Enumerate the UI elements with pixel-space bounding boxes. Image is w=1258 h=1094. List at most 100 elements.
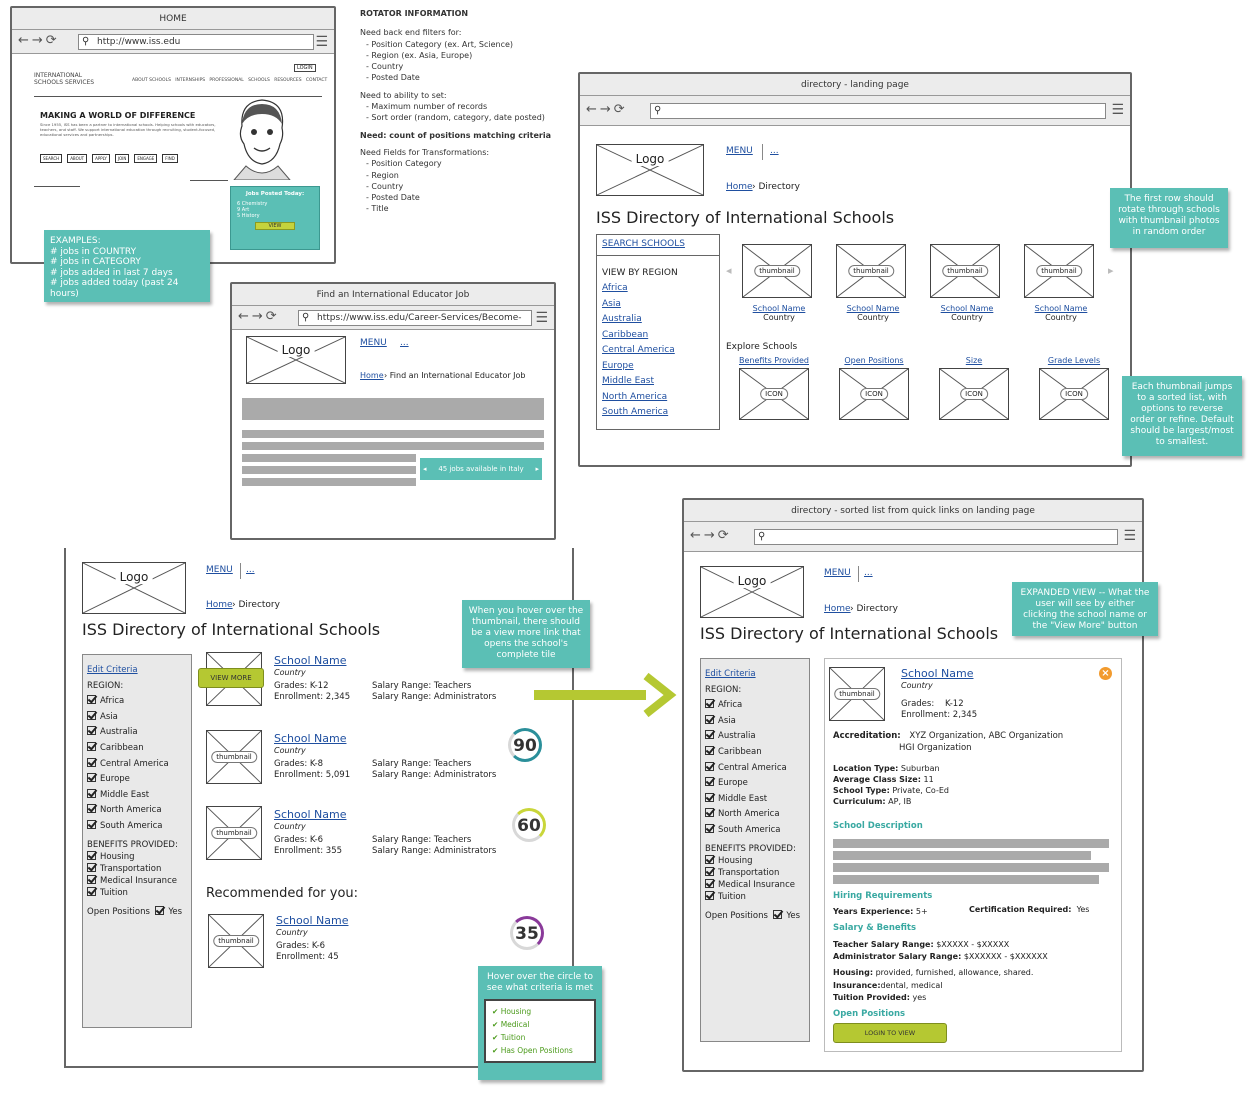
login-to-view-button[interactable]: LOGIN TO VIEW <box>833 1023 947 1043</box>
explore-icon-box[interactable]: ICON <box>839 368 909 420</box>
explore-link-positions[interactable]: Open Positions <box>836 356 912 365</box>
menu-icon[interactable]: ☰ <box>1111 102 1124 118</box>
checkbox-icon[interactable] <box>705 792 714 802</box>
region-check-africa[interactable]: Africa <box>705 698 805 714</box>
nav-arrows-icon[interactable]: ←→⟳ <box>238 309 280 324</box>
explore-icon-box[interactable]: ICON <box>939 368 1009 420</box>
checkbox-icon[interactable] <box>87 862 96 872</box>
open-positions-row[interactable]: Open Positions Yes <box>87 905 187 921</box>
menu-icon[interactable]: ☰ <box>535 310 548 326</box>
region-link-caribbean[interactable]: Caribbean <box>602 328 714 344</box>
checkbox-icon[interactable] <box>705 823 714 833</box>
checkbox-icon[interactable] <box>87 726 96 736</box>
region-check-caribbean[interactable]: Caribbean <box>87 741 187 757</box>
expanded-home-link[interactable]: Home <box>824 604 851 614</box>
job-rotator[interactable]: ◂ 45 jobs available in Italy ▸ <box>420 458 542 480</box>
checkbox-icon[interactable] <box>705 808 714 818</box>
checkbox-icon[interactable] <box>87 710 96 720</box>
checkbox-icon[interactable] <box>705 745 714 755</box>
menu-icon[interactable]: ☰ <box>1123 528 1136 544</box>
search-schools-link[interactable]: SEARCH SCHOOLS <box>597 237 719 256</box>
region-link-asia[interactable]: Asia <box>602 297 714 313</box>
landing-url-field[interactable]: ⚲ <box>650 103 1106 119</box>
explore-link-size[interactable]: Size <box>936 356 1012 365</box>
checkbox-icon[interactable] <box>87 773 96 783</box>
expanded-url-field[interactable]: ⚲ <box>754 529 1118 545</box>
match-score-ring[interactable]: 90 <box>508 728 542 762</box>
carousel-tile[interactable]: thumbnail School Name Country <box>742 244 816 322</box>
explore-link-grades[interactable]: Grade Levels <box>1036 356 1112 365</box>
region-check-africa[interactable]: Africa <box>87 694 187 710</box>
result-thumbnail[interactable]: thumbnail <box>206 730 262 784</box>
checkbox-icon[interactable] <box>705 730 714 740</box>
home-pill-about[interactable]: ABOUT <box>67 154 88 163</box>
landing-home-link[interactable]: Home <box>726 182 753 192</box>
region-check-australia[interactable]: Australia <box>87 725 187 741</box>
checkbox-icon[interactable] <box>705 699 714 709</box>
explore-link-benefits[interactable]: Benefits Provided <box>736 356 812 365</box>
benefit-check-transportation[interactable]: Transportation <box>87 862 187 875</box>
checkbox-icon[interactable] <box>705 777 714 787</box>
checkbox-icon[interactable] <box>87 850 96 860</box>
region-check-north-america[interactable]: North America <box>87 803 187 819</box>
school-name-link[interactable]: School Name <box>930 304 1004 313</box>
expanded-school-name[interactable]: School Name <box>901 667 973 680</box>
checkbox-icon[interactable] <box>705 866 714 876</box>
home-pill-apply[interactable]: APPLY <box>92 154 110 163</box>
benefit-check-tuition[interactable]: Tuition <box>87 886 187 899</box>
region-link-north-america[interactable]: North America <box>602 390 714 406</box>
school-name-link[interactable]: School Name <box>742 304 816 313</box>
home-view-button[interactable]: VIEW <box>255 222 295 230</box>
region-link-australia[interactable]: Australia <box>602 312 714 328</box>
region-check-north-america[interactable]: North America <box>705 807 805 823</box>
checkbox-icon[interactable] <box>705 714 714 724</box>
checkbox-icon[interactable] <box>705 761 714 771</box>
explore-tile[interactable]: Grade Levels ICON <box>1036 356 1112 420</box>
list-menu-link[interactable]: MENU <box>206 565 233 575</box>
home-job-3[interactable]: 5 History <box>237 213 313 219</box>
nav-arrows-icon[interactable]: ←→⟳ <box>586 102 628 117</box>
job-more-link[interactable]: ... <box>400 338 409 348</box>
benefit-check-housing[interactable]: Housing <box>87 850 187 863</box>
benefit-check-medical[interactable]: Medical Insurance <box>705 878 805 891</box>
explore-icon-box[interactable]: ICON <box>1039 368 1109 420</box>
region-check-asia[interactable]: Asia <box>705 714 805 730</box>
expanded-menu-link[interactable]: MENU <box>824 568 851 578</box>
checkbox-icon[interactable] <box>87 741 96 751</box>
job-home-link[interactable]: Home <box>360 371 384 380</box>
carousel-next-icon[interactable]: ▸ <box>1108 264 1114 277</box>
benefit-check-tuition[interactable]: Tuition <box>705 890 805 903</box>
recommended-thumbnail[interactable]: thumbnail <box>208 914 264 968</box>
menu-icon[interactable]: ☰ <box>315 34 328 50</box>
checkbox-icon[interactable] <box>773 909 783 919</box>
region-link-middle-east[interactable]: Middle East <box>602 374 714 390</box>
checkbox-icon[interactable] <box>87 757 96 767</box>
carousel-tile[interactable]: thumbnail School Name Country <box>836 244 910 322</box>
carousel-tile[interactable]: thumbnail School Name Country <box>930 244 1004 322</box>
home-nav[interactable]: ABOUT SCHOOLS INTERNSHIPS PROFESSIONAL S… <box>132 78 327 83</box>
checkbox-icon[interactable] <box>155 905 165 915</box>
close-icon[interactable]: × <box>1099 667 1112 680</box>
home-login-button[interactable]: LOGIN <box>294 64 316 72</box>
region-check-middle-east[interactable]: Middle East <box>87 788 187 804</box>
chevron-right-icon[interactable]: ▸ <box>535 458 539 480</box>
nav-arrows-icon[interactable]: ←→⟳ <box>690 528 732 543</box>
open-positions-row[interactable]: Open Positions Yes <box>705 909 805 925</box>
match-score-ring[interactable]: 60 <box>512 808 546 842</box>
region-link-europe[interactable]: Europe <box>602 359 714 375</box>
region-check-middle-east[interactable]: Middle East <box>705 792 805 808</box>
home-pill-search[interactable]: SEARCH <box>40 154 63 163</box>
checkbox-icon[interactable] <box>87 788 96 798</box>
region-check-central-america[interactable]: Central America <box>87 757 187 773</box>
checkbox-icon[interactable] <box>705 878 714 888</box>
school-thumbnail[interactable]: thumbnail <box>836 244 906 298</box>
recommended-school-name[interactable]: School Name <box>276 914 348 927</box>
checkbox-icon[interactable] <box>87 695 96 705</box>
explore-tile[interactable]: Open Positions ICON <box>836 356 912 420</box>
checkbox-icon[interactable] <box>705 854 714 864</box>
edit-criteria-link[interactable]: Edit Criteria <box>87 663 187 679</box>
result-school-name[interactable]: School Name <box>274 732 346 745</box>
checkbox-icon[interactable] <box>705 890 714 900</box>
list-more-link[interactable]: ... <box>246 565 255 575</box>
view-more-button[interactable]: VIEW MORE <box>198 668 264 688</box>
